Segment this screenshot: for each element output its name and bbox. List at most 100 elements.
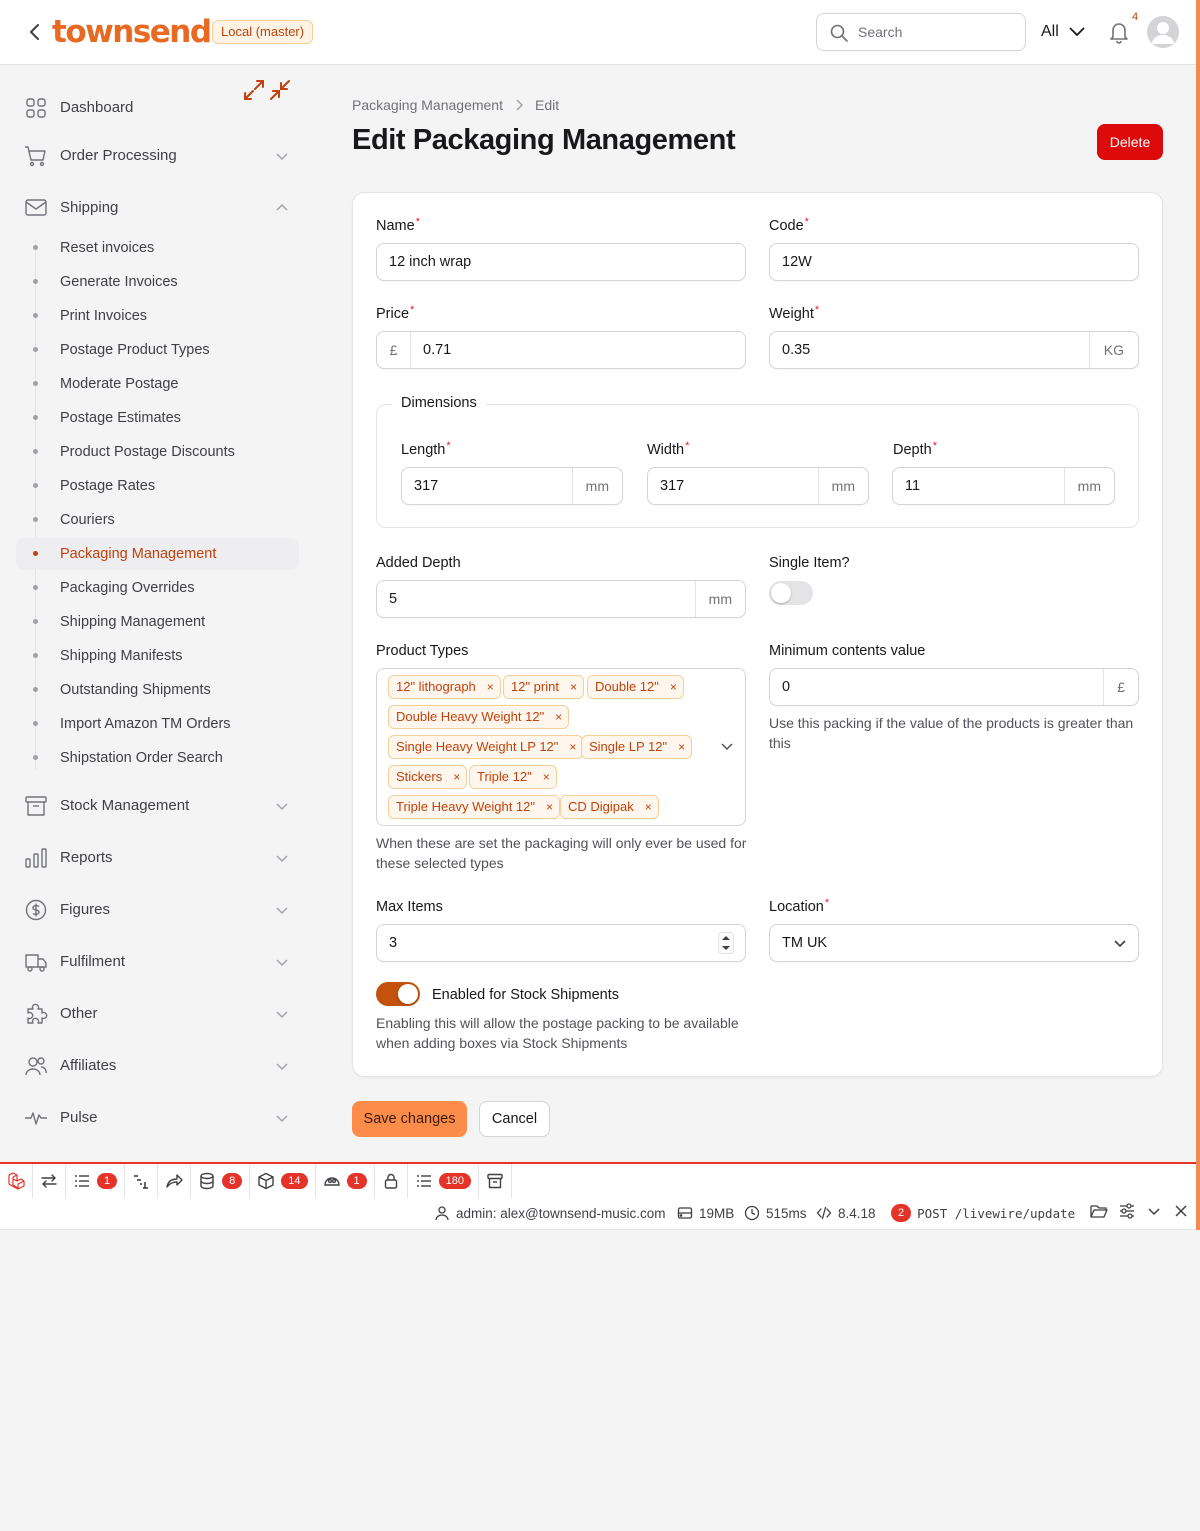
- sidebar-item-couriers[interactable]: Couriers: [16, 504, 299, 536]
- remove-tag-icon[interactable]: ×: [555, 706, 562, 728]
- debug-memory-text: 19MB: [699, 1205, 735, 1221]
- sidebar-item-pulse[interactable]: Pulse: [16, 1100, 299, 1136]
- debug-tab-models[interactable]: 14: [250, 1164, 316, 1198]
- sidebar-item-postage-product-types[interactable]: Postage Product Types: [16, 334, 299, 366]
- remove-tag-icon[interactable]: ×: [546, 796, 553, 818]
- close-icon[interactable]: [1172, 1201, 1190, 1221]
- sidebar-item-stock-management[interactable]: Stock Management: [16, 788, 299, 824]
- depth-input[interactable]: 11 mm: [892, 467, 1115, 505]
- location-label: Location*: [769, 897, 830, 915]
- sidebar-item-shipping-manifests[interactable]: Shipping Manifests: [16, 640, 299, 672]
- currency-prefix: £: [377, 332, 411, 368]
- remove-tag-icon[interactable]: ×: [645, 796, 652, 818]
- chevron-left-icon[interactable]: [24, 20, 46, 44]
- sidebar-item-packaging-overrides[interactable]: Packaging Overrides: [16, 572, 299, 604]
- bullet: [33, 619, 38, 624]
- sidebar-item-postage-rates[interactable]: Postage Rates: [16, 470, 299, 502]
- max-items-input[interactable]: 3: [376, 924, 746, 962]
- price-label: Price*: [376, 304, 415, 322]
- debug-tab-laravel[interactable]: [0, 1164, 33, 1198]
- width-input[interactable]: 317 mm: [647, 467, 869, 505]
- sidebar-item-moderate-postage[interactable]: Moderate Postage: [16, 368, 299, 400]
- length-input[interactable]: 317 mm: [401, 467, 623, 505]
- sidebar-item-label: Postage Product Types: [60, 342, 210, 358]
- townsend-logo[interactable]: townsend: [52, 12, 212, 52]
- price-input[interactable]: £ 0.71: [376, 331, 746, 369]
- single-item-toggle[interactable]: [769, 581, 813, 605]
- debug-tab-request[interactable]: [33, 1164, 66, 1198]
- stock-shipments-toggle[interactable]: [376, 982, 420, 1006]
- breadcrumb-link[interactable]: Packaging Management: [352, 97, 503, 113]
- remove-tag-icon[interactable]: ×: [678, 736, 685, 758]
- remove-tag-icon[interactable]: ×: [453, 766, 460, 788]
- location-select[interactable]: TM UK: [769, 924, 1139, 962]
- settings-sliders-icon[interactable]: [1118, 1201, 1136, 1221]
- chevron-down-icon[interactable]: [1145, 1201, 1163, 1221]
- sidebar-group-label: Order Processing: [60, 147, 177, 164]
- sidebar-item-reports[interactable]: Reports: [16, 840, 299, 876]
- code-input[interactable]: 12W: [769, 243, 1139, 281]
- sidebar-item-other[interactable]: Other: [16, 996, 299, 1032]
- debug-tab-route[interactable]: [158, 1164, 192, 1198]
- width-value: 317: [660, 478, 685, 494]
- number-stepper-icon[interactable]: [718, 932, 734, 954]
- sidebar-item-shipstation-order-search[interactable]: Shipstation Order Search: [16, 742, 299, 774]
- chevron-down-icon: [276, 153, 288, 161]
- debug-tab-livewire[interactable]: 1: [316, 1164, 375, 1198]
- sidebar-item-affiliates[interactable]: Affiliates: [16, 1048, 299, 1084]
- cancel-button[interactable]: Cancel: [479, 1101, 550, 1137]
- debug-tab-queries[interactable]: 8: [191, 1164, 251, 1198]
- product-type-tag: CD Digipak ×: [560, 795, 659, 819]
- sidebar-item-shipping[interactable]: Shipping: [16, 190, 299, 226]
- chevron-down-icon: [276, 1011, 288, 1019]
- chevron-down-icon: [276, 959, 288, 967]
- min-contents-input[interactable]: 0 £: [769, 668, 1139, 706]
- debug-tab-timeline[interactable]: [125, 1164, 159, 1198]
- sidebar-item-reset-invoices[interactable]: Reset invoices: [16, 232, 299, 264]
- search-scope-select[interactable]: All: [1041, 20, 1085, 44]
- sidebar-item-product-postage-discounts[interactable]: Product Postage Discounts: [16, 436, 299, 468]
- notification-count: 4: [1132, 11, 1139, 23]
- sidebar-item-generate-invoices[interactable]: Generate Invoices: [16, 266, 299, 298]
- sidebar-item-order-processing[interactable]: Order Processing: [16, 138, 299, 174]
- sidebar-item-fulfilment[interactable]: Fulfilment: [16, 944, 299, 980]
- debug-tab-messages[interactable]: 1: [66, 1164, 126, 1198]
- archive-icon: [25, 796, 47, 816]
- depth-unit: mm: [1063, 468, 1114, 504]
- sidebar-item-postage-estimates[interactable]: Postage Estimates: [16, 402, 299, 434]
- chart-bar-icon: [25, 848, 47, 868]
- remove-tag-icon[interactable]: ×: [543, 766, 550, 788]
- remove-tag-icon[interactable]: ×: [487, 676, 494, 698]
- avatar[interactable]: [1147, 16, 1179, 48]
- sidebar-item-figures[interactable]: Figures: [16, 892, 299, 928]
- sidebar-item-packaging-management[interactable]: Packaging Management: [16, 538, 299, 570]
- bell-icon[interactable]: [1108, 20, 1130, 44]
- name-input[interactable]: 12 inch wrap: [376, 243, 746, 281]
- debug-user: admin: alex@townsend-music.com: [434, 1204, 666, 1222]
- added-depth-input[interactable]: 5 mm: [376, 580, 746, 618]
- chevron-down-icon: [276, 907, 288, 915]
- save-changes-button[interactable]: Save changes: [352, 1101, 467, 1137]
- folder-open-icon[interactable]: [1090, 1201, 1108, 1221]
- sidebar-item-dashboard[interactable]: Dashboard: [16, 90, 299, 126]
- chevron-down-icon[interactable]: [720, 740, 734, 752]
- top-bar: townsend Local (master) Search All 4: [0, 0, 1196, 65]
- global-search-input[interactable]: Search: [816, 13, 1026, 51]
- weight-input[interactable]: 0.35 KG: [769, 331, 1139, 369]
- debug-tab-cache[interactable]: [479, 1164, 512, 1198]
- envelope-icon: [25, 199, 47, 216]
- debug-tab-gate[interactable]: [375, 1164, 408, 1198]
- delete-button[interactable]: Delete: [1097, 124, 1163, 160]
- sidebar-item-import-amazon-tm-orders[interactable]: Import Amazon TM Orders: [16, 708, 299, 740]
- sidebar-item-shipping-management[interactable]: Shipping Management: [16, 606, 299, 638]
- debug-tab-events[interactable]: 180: [408, 1164, 479, 1198]
- remove-tag-icon[interactable]: ×: [570, 676, 577, 698]
- remove-tag-icon[interactable]: ×: [569, 736, 576, 758]
- code-label: Code*: [769, 216, 809, 234]
- sidebar-item-print-invoices[interactable]: Print Invoices: [16, 300, 299, 332]
- debug-user-text: admin: alex@townsend-music.com: [456, 1205, 666, 1221]
- remove-tag-icon[interactable]: ×: [670, 676, 677, 698]
- sidebar-item-label: Outstanding Shipments: [60, 682, 211, 698]
- debug-request[interactable]: 2 POST /livewire/update: [891, 1204, 1075, 1222]
- sidebar-item-outstanding-shipments[interactable]: Outstanding Shipments: [16, 674, 299, 706]
